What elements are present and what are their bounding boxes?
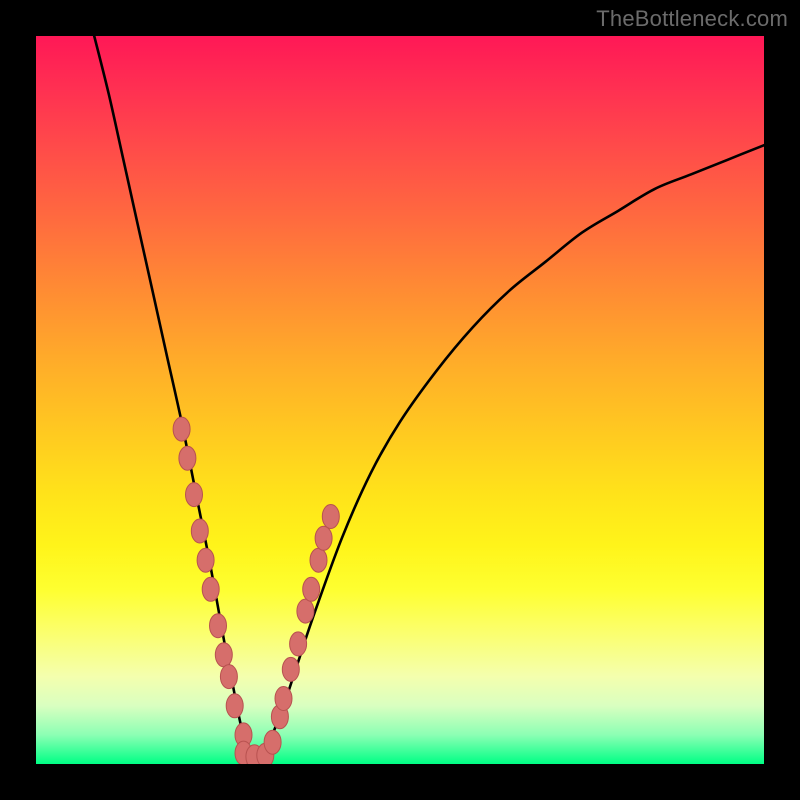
curve-layer xyxy=(94,36,764,757)
curve-marker xyxy=(290,632,307,656)
plot-area xyxy=(36,36,764,764)
chart-svg xyxy=(36,36,764,764)
curve-marker xyxy=(215,643,232,667)
watermark-text: TheBottleneck.com xyxy=(596,6,788,32)
bottleneck-curve xyxy=(94,36,764,757)
curve-marker xyxy=(303,577,320,601)
curve-marker xyxy=(173,417,190,441)
curve-marker xyxy=(226,694,243,718)
curve-marker xyxy=(310,548,327,572)
chart-frame: TheBottleneck.com xyxy=(0,0,800,800)
curve-marker xyxy=(179,446,196,470)
curve-marker xyxy=(275,687,292,711)
curve-marker xyxy=(220,665,237,689)
curve-marker xyxy=(210,614,227,638)
curve-marker xyxy=(282,657,299,681)
curve-marker xyxy=(264,730,281,754)
curve-marker xyxy=(202,577,219,601)
curve-marker xyxy=(315,526,332,550)
curve-marker xyxy=(297,599,314,623)
curve-marker xyxy=(191,519,208,543)
curve-marker xyxy=(322,505,339,529)
curve-marker xyxy=(186,483,203,507)
markers-layer xyxy=(173,417,339,764)
curve-marker xyxy=(197,548,214,572)
